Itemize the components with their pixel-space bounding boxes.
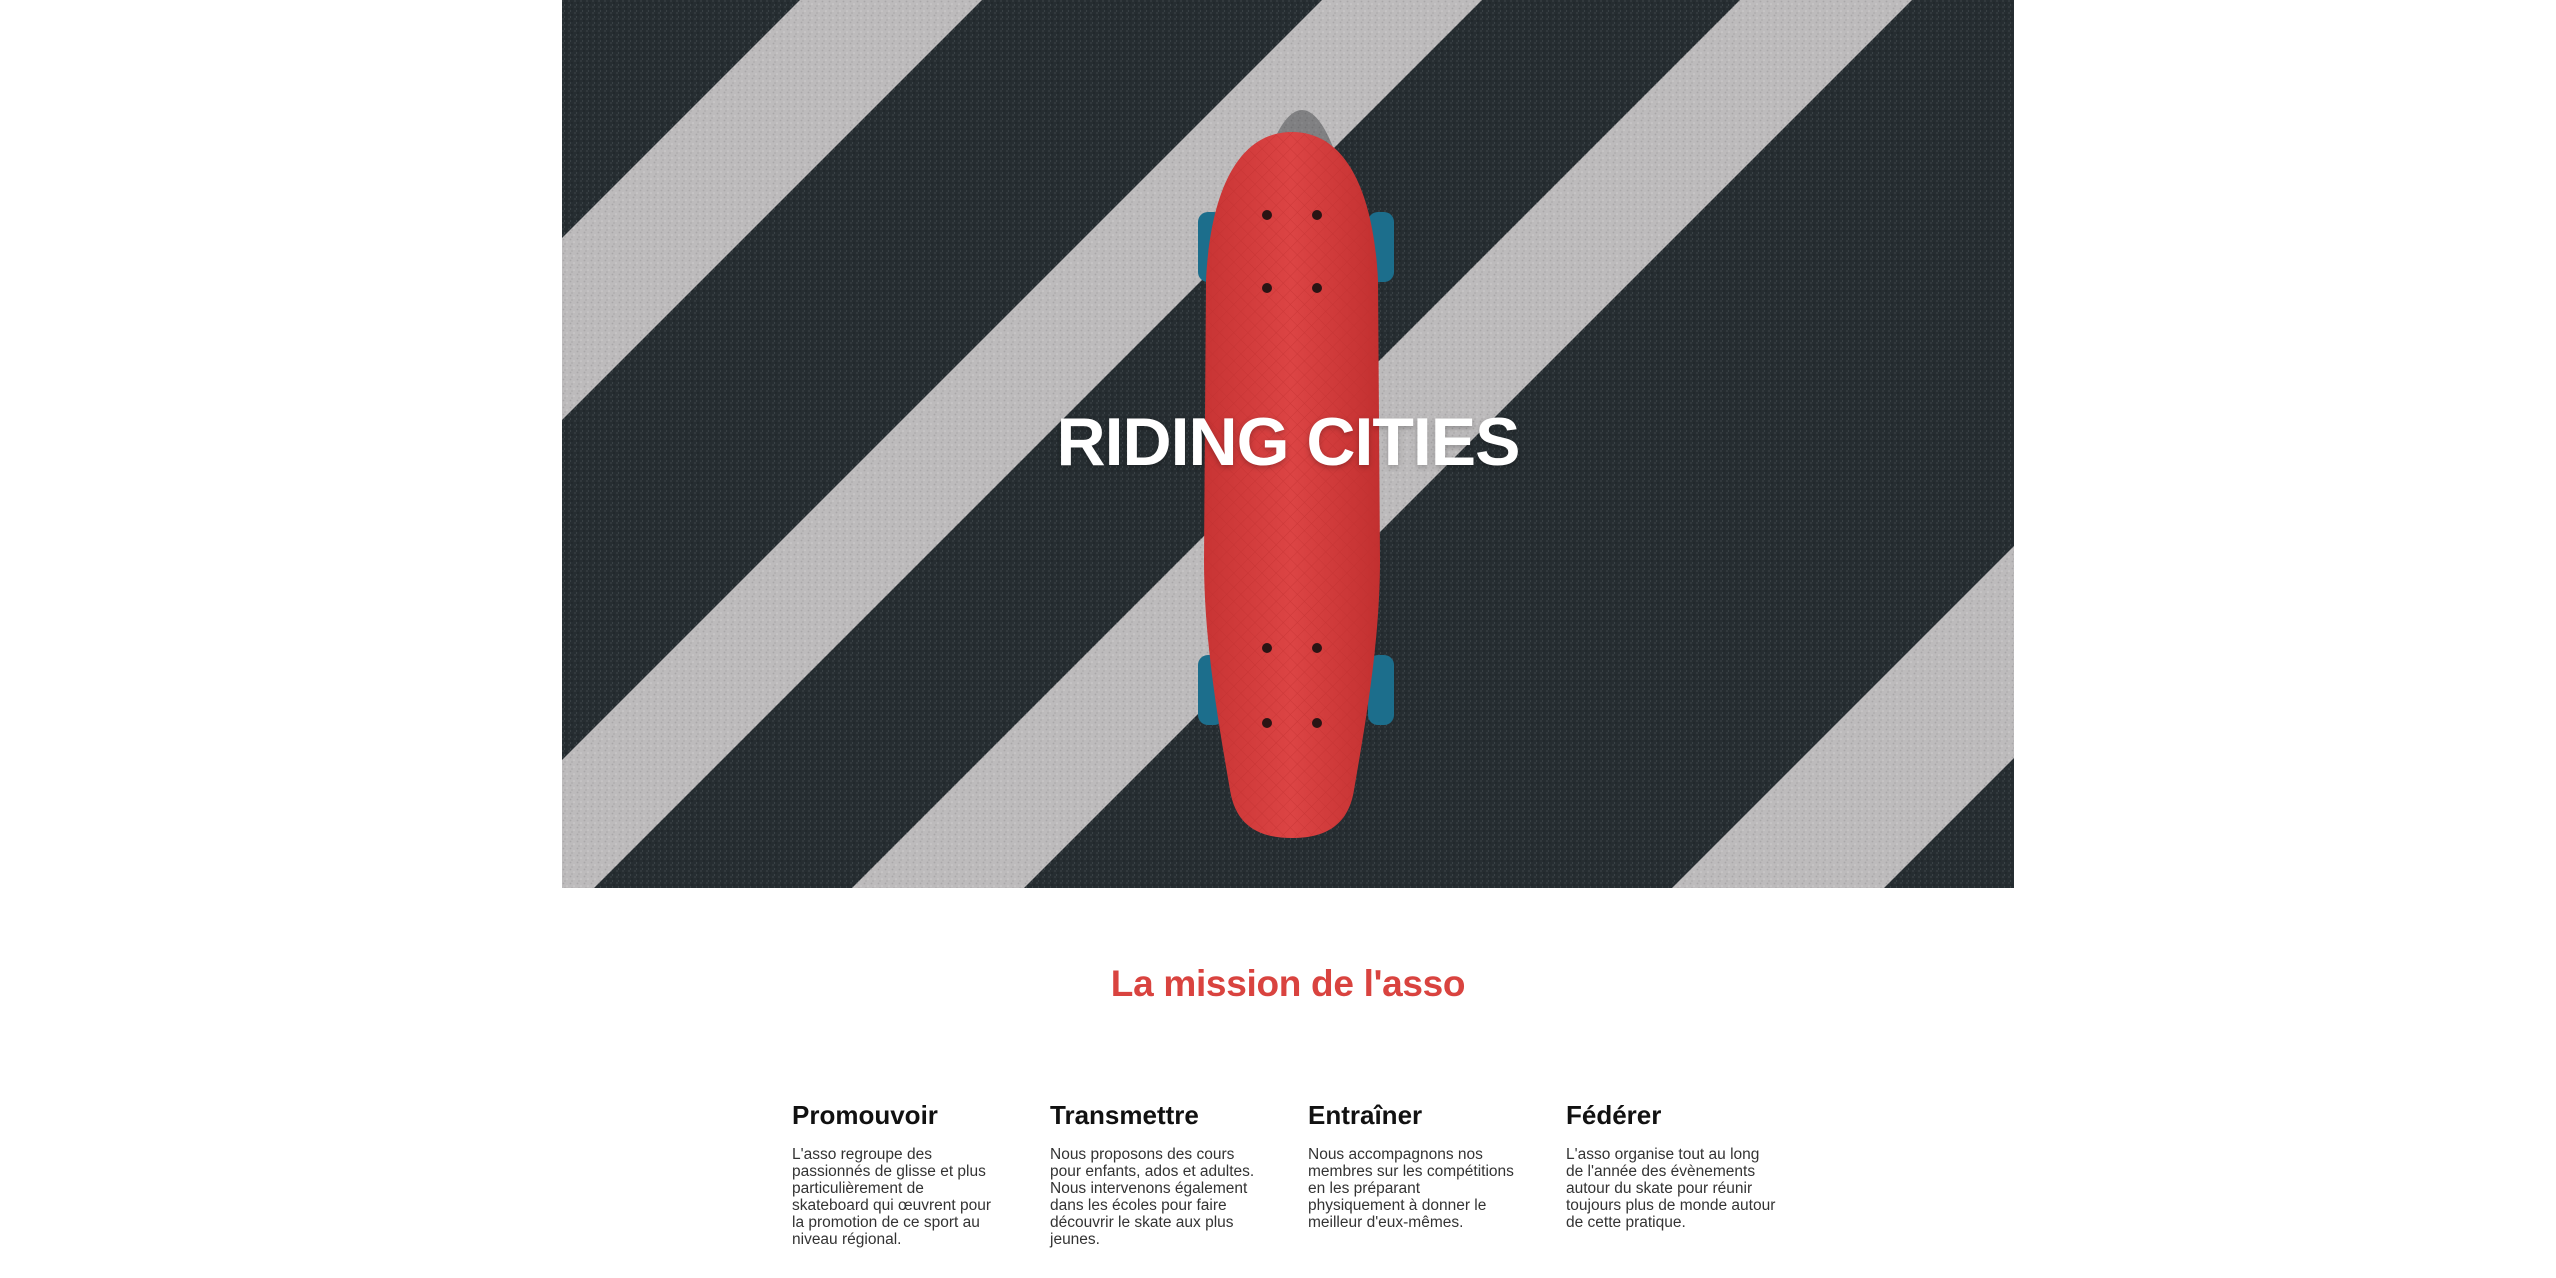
feature-federer: Fédérer L'asso organise tout au long de … [1566, 1098, 1776, 1248]
feature-transmettre: Transmettre Nous proposons des cours pou… [1050, 1098, 1260, 1248]
skateboard [1204, 132, 1380, 838]
feature-entrainer: Entraîner Nous accompagnons nos membres … [1308, 1098, 1518, 1248]
feature-promouvoir: Promouvoir L'asso regroupe des passionné… [792, 1098, 1002, 1248]
hero-banner: RIDING CITIES [562, 0, 2014, 888]
feature-title: Entraîner [1308, 1100, 1423, 1130]
mission-heading: La mission de l'asso [1110, 963, 1466, 1004]
feature-text: Nous accompagnons nos membres sur les co… [1308, 1146, 1514, 1231]
mission-features: Promouvoir L'asso regroupe des passionné… [792, 1098, 1792, 1248]
feature-text: L'asso regroupe des passionnés de glisse… [792, 1146, 992, 1248]
feature-title: Transmettre [1050, 1100, 1199, 1130]
feature-text: Nous proposons des cours pour enfants, a… [1050, 1146, 1255, 1248]
feature-title: Promouvoir [792, 1100, 938, 1130]
feature-text: L'asso organise tout au long de l'année … [1566, 1146, 1776, 1231]
feature-title: Fédérer [1566, 1100, 1662, 1130]
hero-title: RIDING CITIES [1056, 404, 1520, 480]
page: RIDING CITIES La mission de l'asso Promo… [0, 0, 2556, 1278]
